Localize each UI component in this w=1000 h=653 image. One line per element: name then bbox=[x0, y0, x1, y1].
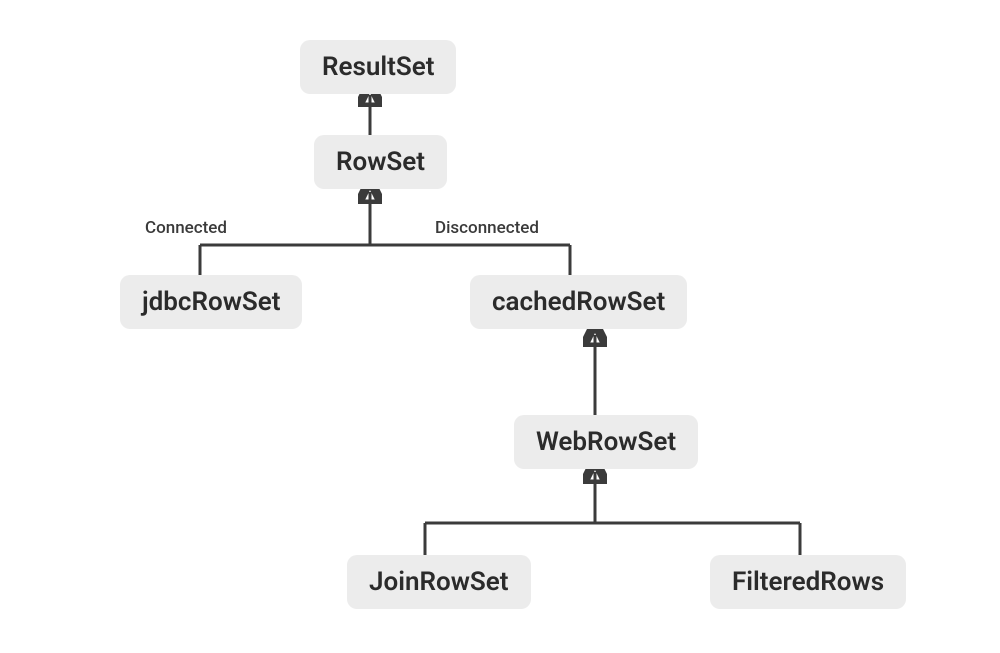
node-filteredrows: FilteredRows bbox=[710, 555, 906, 609]
node-joinrowset: JoinRowSet bbox=[347, 555, 531, 609]
node-cachedrowset: cachedRowSet bbox=[470, 275, 687, 329]
node-jdbcrowset: jdbcRowSet bbox=[120, 275, 302, 329]
node-label: RowSet bbox=[336, 147, 425, 177]
node-label: jdbcRowSet bbox=[142, 287, 280, 317]
node-webrowset: WebRowSet bbox=[514, 415, 698, 469]
node-resultset: ResultSet bbox=[300, 40, 456, 94]
node-label: cachedRowSet bbox=[492, 287, 665, 317]
node-label: ResultSet bbox=[322, 52, 434, 82]
node-label: JoinRowSet bbox=[369, 567, 509, 597]
hierarchy-diagram: ResultSet RowSet Connected Disconnected … bbox=[0, 0, 1000, 653]
node-label: FilteredRows bbox=[732, 567, 884, 597]
node-label: WebRowSet bbox=[536, 427, 676, 457]
node-rowset: RowSet bbox=[314, 135, 447, 189]
edge-label-disconnected: Disconnected bbox=[435, 218, 539, 238]
edge-label-connected: Connected bbox=[145, 218, 227, 238]
